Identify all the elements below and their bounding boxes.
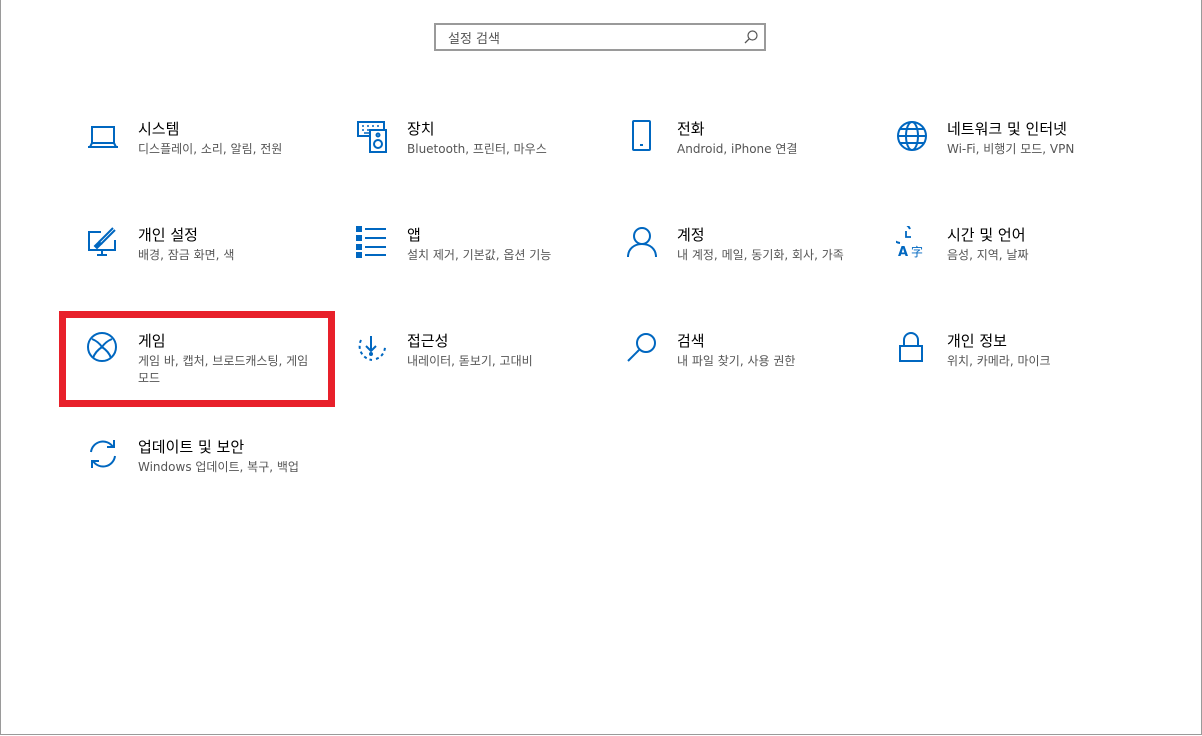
globe-icon bbox=[896, 120, 932, 156]
tile-title: 개인 정보 bbox=[947, 332, 1007, 350]
tile-time-language[interactable]: A 字 시간 및 언어 음성, 지역, 날짜 bbox=[896, 226, 1116, 296]
ease-of-access-icon bbox=[356, 332, 392, 368]
tile-ease-of-access[interactable]: 접근성 내레이터, 돋보기, 고대비 bbox=[356, 332, 576, 402]
tile-description: 배경, 잠금 화면, 색 bbox=[138, 248, 235, 262]
tile-title: 네트워크 및 인터넷 bbox=[947, 120, 1067, 138]
search-icon[interactable] bbox=[743, 29, 759, 45]
laptop-icon bbox=[87, 120, 123, 156]
tile-description: Android, iPhone 연결 bbox=[677, 142, 798, 156]
tile-title: 접근성 bbox=[407, 332, 449, 350]
tile-system[interactable]: 시스템 디스플레이, 소리, 알림, 전원 bbox=[87, 120, 307, 190]
tile-description: 설치 제거, 기본값, 옵션 기능 bbox=[407, 248, 552, 262]
tile-title: 시스템 bbox=[138, 120, 180, 138]
person-icon bbox=[626, 226, 662, 262]
tile-title: 장치 bbox=[407, 120, 435, 138]
sync-icon bbox=[87, 438, 123, 474]
tile-description: 음성, 지역, 날짜 bbox=[947, 248, 1029, 262]
tile-title: 업데이트 및 보안 bbox=[138, 438, 245, 456]
tile-description: Windows 업데이트, 복구, 백업 bbox=[138, 460, 299, 474]
tile-title: 전화 bbox=[677, 120, 705, 138]
svg-text:字: 字 bbox=[911, 244, 923, 259]
tile-title: 검색 bbox=[677, 332, 705, 350]
highlight-box bbox=[59, 311, 335, 407]
tile-apps[interactable]: 앱 설치 제거, 기본값, 옵션 기능 bbox=[356, 226, 576, 296]
search-input[interactable] bbox=[446, 28, 740, 50]
svg-text:A: A bbox=[898, 245, 908, 260]
tile-title: 앱 bbox=[407, 226, 421, 244]
tile-description: 내레이터, 돋보기, 고대비 bbox=[407, 354, 533, 368]
tile-devices[interactable]: 장치 Bluetooth, 프린터, 마우스 bbox=[356, 120, 576, 190]
phone-icon bbox=[626, 120, 662, 156]
search-box[interactable] bbox=[434, 23, 766, 51]
tile-title: 시간 및 언어 bbox=[947, 226, 1026, 244]
search-icon bbox=[626, 332, 662, 368]
tile-privacy[interactable]: 개인 정보 위치, 카메라, 마이크 bbox=[896, 332, 1116, 402]
tile-search[interactable]: 검색 내 파일 찾기, 사용 권한 bbox=[626, 332, 846, 402]
tile-update-security[interactable]: 업데이트 및 보안 Windows 업데이트, 복구, 백업 bbox=[87, 438, 307, 508]
tile-personalization[interactable]: 개인 설정 배경, 잠금 화면, 색 bbox=[87, 226, 307, 296]
tile-description: Wi-Fi, 비행기 모드, VPN bbox=[947, 142, 1075, 156]
time-language-icon: A 字 bbox=[896, 226, 932, 262]
tile-title: 개인 설정 bbox=[138, 226, 198, 244]
keyboard-speaker-icon bbox=[356, 120, 392, 156]
tile-network[interactable]: 네트워크 및 인터넷 Wi-Fi, 비행기 모드, VPN bbox=[896, 120, 1116, 190]
settings-window: 시스템 디스플레이, 소리, 알림, 전원 장치 Bluetooth, 프린터,… bbox=[0, 0, 1202, 735]
lock-icon bbox=[896, 332, 932, 368]
tile-accounts[interactable]: 계정 내 계정, 메일, 동기화, 회사, 가족 bbox=[626, 226, 846, 296]
tile-description: 내 계정, 메일, 동기화, 회사, 가족 bbox=[677, 248, 844, 262]
app-list-icon bbox=[356, 226, 392, 262]
tile-description: Bluetooth, 프린터, 마우스 bbox=[407, 142, 547, 156]
tile-title: 계정 bbox=[677, 226, 705, 244]
paint-monitor-icon bbox=[87, 226, 123, 262]
tile-description: 내 파일 찾기, 사용 권한 bbox=[677, 354, 796, 368]
tile-phone[interactable]: 전화 Android, iPhone 연결 bbox=[626, 120, 846, 190]
tile-description: 디스플레이, 소리, 알림, 전원 bbox=[138, 142, 283, 156]
tile-description: 위치, 카메라, 마이크 bbox=[947, 354, 1051, 368]
